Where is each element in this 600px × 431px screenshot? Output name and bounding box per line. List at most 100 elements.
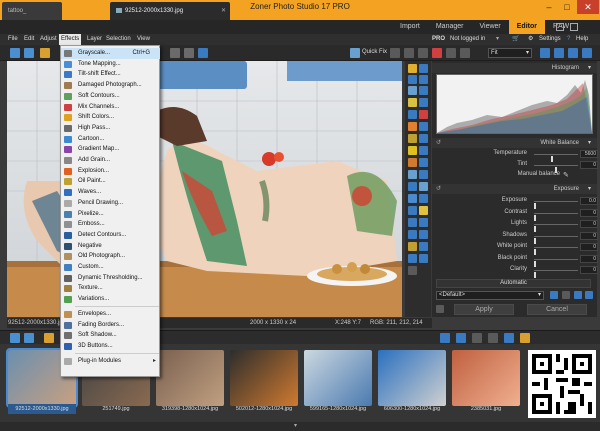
filmstrip-thumbnail[interactable]	[230, 350, 298, 406]
panel-layout-icon[interactable]	[570, 23, 578, 31]
clone-icon[interactable]	[419, 134, 428, 143]
filmstrip-thumbnail[interactable]	[378, 350, 446, 406]
slider-value-input[interactable]: 0	[580, 231, 598, 240]
filmstrip-thumbnail[interactable]	[304, 350, 372, 406]
reset-arrow-icon[interactable]: ↺	[436, 184, 441, 194]
preset-select[interactable]: <Default> ▾	[436, 291, 544, 300]
menu-adjust[interactable]: Adjust	[40, 34, 57, 45]
pencil-icon[interactable]	[408, 146, 417, 155]
sharpen-icon[interactable]	[419, 194, 428, 203]
effects-menu-item[interactable]: Envelopes...	[61, 309, 160, 320]
levels-icon[interactable]	[408, 98, 417, 107]
slider-value-input[interactable]: 0	[580, 220, 598, 228]
exposure-header[interactable]: ↺ Exposure ▾	[432, 184, 597, 194]
apply-button[interactable]: Apply	[454, 304, 514, 315]
effects-menu-item[interactable]: Waves...	[61, 187, 160, 198]
fill-icon[interactable]	[408, 122, 417, 131]
effects-menu-item[interactable]: Mix Channels...	[61, 102, 160, 113]
window-layout-icon[interactable]	[556, 23, 564, 31]
doc-tab-active[interactable]: 92512-2000x1330.jpg ✕	[110, 2, 230, 20]
slider-value-input[interactable]: 0.0	[580, 197, 598, 205]
mask-icon[interactable]	[419, 182, 428, 191]
fullscreen-icon[interactable]	[582, 48, 592, 58]
filmstrip-back-icon[interactable]	[10, 333, 20, 343]
effects-menu-item[interactable]: Negative	[61, 241, 160, 252]
effects-menu-item[interactable]: Soft Shadow...	[61, 330, 160, 341]
login-status[interactable]: Not logged in	[450, 34, 485, 45]
slider-value-input[interactable]: 0	[580, 243, 598, 251]
slider-track[interactable]	[534, 270, 578, 278]
help-icon[interactable]: ?	[567, 34, 570, 45]
cart-icon[interactable]: 🛒	[512, 34, 519, 45]
menu-edit[interactable]: Edit	[24, 34, 34, 45]
close-icon[interactable]: ✕	[577, 0, 599, 14]
slider-track[interactable]	[534, 224, 578, 232]
effects-menu-item[interactable]: Detect Contours...	[61, 230, 160, 241]
module-manager[interactable]: Manager	[428, 20, 472, 34]
effects-menu-item[interactable]: Tilt-shift Effect...	[61, 69, 160, 80]
effects-menu-item[interactable]: Shift Colors...	[61, 112, 160, 123]
gear-icon[interactable]: ⚙	[528, 34, 533, 45]
filter-icon[interactable]	[408, 194, 417, 203]
effects-menu-item[interactable]: Dynamic Thresholding...	[61, 273, 160, 284]
menu-effects[interactable]: Effects	[59, 34, 82, 45]
slider-value-input[interactable]: 0	[580, 266, 598, 274]
filmstrip-thumbnail[interactable]	[452, 350, 520, 406]
color-icon[interactable]	[419, 218, 428, 227]
lens-icon[interactable]	[419, 230, 428, 239]
slider-track[interactable]	[534, 212, 578, 221]
split-view-icon[interactable]	[568, 48, 578, 58]
menu-selection[interactable]: Selection	[106, 34, 131, 45]
filmstrip-filter-icon[interactable]	[472, 333, 482, 343]
lightning-icon[interactable]	[408, 64, 417, 73]
effects-menu-item[interactable]: Pixelize...	[61, 209, 160, 220]
slider-track[interactable]	[534, 235, 578, 244]
zoom-select[interactable]: Fit ▾	[488, 48, 532, 58]
filmstrip-refresh-icon[interactable]	[440, 333, 450, 343]
menu-layer[interactable]: Layer	[87, 34, 102, 45]
noise-icon[interactable]	[408, 218, 417, 227]
module-editor[interactable]: Editor	[508, 20, 545, 34]
open-folder-icon[interactable]	[40, 48, 50, 58]
preset-options-icon[interactable]	[585, 291, 593, 299]
effects-menu-item[interactable]: Old Photograph...	[61, 251, 160, 262]
reset-arrow-icon[interactable]: ↺	[436, 138, 441, 148]
slider-thumb[interactable]	[534, 272, 536, 278]
settings-link[interactable]: Settings	[539, 34, 561, 45]
zoom-out-icon[interactable]	[446, 48, 456, 58]
cancel-button[interactable]: Cancel	[527, 304, 587, 315]
effects-menu-item[interactable]: Plug-in Modules ▸	[61, 356, 160, 367]
filmstrip-folder-icon[interactable]	[44, 333, 54, 343]
help-link[interactable]: Help	[576, 34, 588, 45]
module-viewer[interactable]: Viewer	[471, 20, 508, 34]
save-preset-icon[interactable]	[550, 291, 558, 299]
blur-icon[interactable]	[408, 206, 417, 215]
slider-value-input[interactable]: 0	[580, 208, 598, 217]
single-view-icon[interactable]	[554, 48, 564, 58]
filmstrip-forward-icon[interactable]	[24, 333, 34, 343]
effects-menu-item[interactable]: Fading Borders...	[61, 320, 160, 331]
histogram-header[interactable]: Histogram ▾	[432, 63, 597, 73]
menu-file[interactable]: File	[8, 34, 18, 45]
effects-menu-item[interactable]: Soft Contours...	[61, 91, 160, 102]
slider-track[interactable]	[534, 154, 578, 162]
heart-icon[interactable]	[432, 48, 442, 58]
rotate-right-icon[interactable]	[418, 48, 428, 58]
maximize-icon[interactable]: □	[558, 0, 576, 14]
grid-view-icon[interactable]	[540, 48, 550, 58]
straighten-icon[interactable]	[419, 75, 428, 84]
star-icon[interactable]	[419, 206, 428, 215]
effects-menu-item[interactable]: 3D Buttons...	[61, 341, 160, 352]
layers-icon[interactable]	[419, 122, 428, 131]
slider-value-input[interactable]: 5600	[580, 150, 598, 158]
undo-icon[interactable]	[170, 48, 180, 58]
filmstrip-thumbnail[interactable]	[156, 350, 224, 406]
warp-icon[interactable]	[408, 230, 417, 239]
filmstrip-select-icon[interactable]	[504, 333, 514, 343]
shape-icon[interactable]	[408, 170, 417, 179]
effects-menu-item[interactable]: Explosion...	[61, 166, 160, 177]
slider-value-input[interactable]: 0	[580, 254, 598, 263]
slider-track[interactable]	[534, 201, 578, 209]
red-eye-icon[interactable]	[419, 110, 428, 119]
effects-menu-item[interactable]: Pencil Drawing...	[61, 198, 160, 209]
